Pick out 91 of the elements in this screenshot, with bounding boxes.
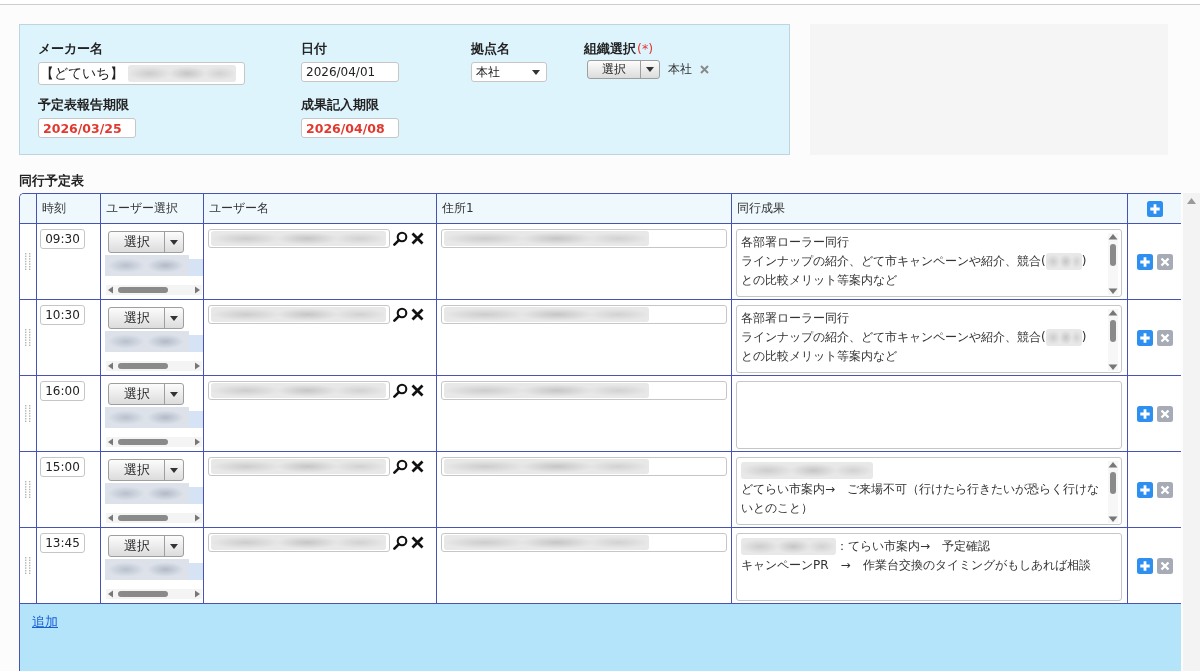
column-header: ユーザー選択 <box>101 194 204 224</box>
time-field[interactable]: 15:00 <box>40 457 85 477</box>
field-label: 拠点名 <box>471 41 510 57</box>
scrollbar[interactable] <box>106 589 202 599</box>
plus-icon[interactable] <box>1136 329 1153 346</box>
plus-icon[interactable] <box>1136 405 1153 422</box>
field-label: 組織選択 <box>584 41 636 57</box>
drag-handle-icon[interactable] <box>25 481 31 498</box>
delete-icon[interactable] <box>1156 481 1173 498</box>
close-icon[interactable] <box>411 308 424 321</box>
caret-icon <box>170 315 178 321</box>
select-field[interactable]: 本社 <box>471 62 547 82</box>
result-textarea[interactable]: ：てらい市案内→ 予定確認 キャンペーンPR → 作業台交換のタイミングがもしあれば相談 <box>736 533 1122 601</box>
text-field[interactable] <box>441 229 727 248</box>
plus-icon[interactable] <box>1136 481 1153 498</box>
field-label: 日付 <box>301 41 327 57</box>
result-textarea[interactable]: 各部署ローラー同行 ラインナップの紹介、どて市キャンペーンや紹介、競合( ) との比較メリット等案内など <box>736 305 1122 373</box>
time-field[interactable]: 09:30 <box>40 229 85 249</box>
scrollbar[interactable] <box>106 285 202 295</box>
select-button[interactable]: 選択 <box>108 383 184 405</box>
text-field[interactable] <box>441 457 727 476</box>
search-icon[interactable] <box>393 535 408 550</box>
close-icon[interactable] <box>411 384 424 397</box>
caret-icon <box>646 67 654 72</box>
scrollbar[interactable] <box>1108 461 1118 523</box>
required-mark: (*) <box>637 41 653 57</box>
text-field[interactable] <box>208 457 390 476</box>
scrollbar[interactable] <box>106 361 202 371</box>
select-button[interactable]: 選択 <box>108 307 184 329</box>
select-button[interactable]: 選択 <box>108 459 184 481</box>
delete-icon[interactable] <box>1156 557 1173 574</box>
text-field[interactable] <box>441 381 727 400</box>
column-header: 住所1 <box>437 194 732 224</box>
date-field[interactable]: 2026/04/01 <box>301 62 399 82</box>
close-icon[interactable] <box>411 536 424 549</box>
close-icon[interactable] <box>411 232 424 245</box>
text-field[interactable] <box>208 381 390 400</box>
text-field[interactable] <box>208 229 390 248</box>
time-field[interactable]: 16:00 <box>40 381 85 401</box>
search-icon[interactable] <box>393 231 408 246</box>
result-textarea[interactable]: どてらい市案内→ ご来場不可（行けたら行きたいが恐らく行けないとのこと） <box>736 457 1122 525</box>
column-header: 時刻 <box>37 194 101 224</box>
scroll-up-arrow-icon[interactable] <box>1187 198 1196 204</box>
search-icon[interactable] <box>393 459 408 474</box>
delete-icon[interactable] <box>1156 253 1173 270</box>
section-title: 同行予定表 <box>19 173 84 189</box>
time-field[interactable]: 10:30 <box>40 305 85 325</box>
select-button[interactable]: 選択 <box>587 60 660 79</box>
delete-icon[interactable] <box>1156 329 1173 346</box>
select-button[interactable]: 選択 <box>108 231 184 253</box>
drag-handle-icon[interactable] <box>25 253 31 270</box>
caret-icon <box>170 391 178 397</box>
time-field[interactable]: 13:45 <box>40 533 85 553</box>
scrollbar[interactable] <box>1183 193 1200 671</box>
text-field[interactable] <box>441 533 727 552</box>
column-header: 同行成果 <box>732 194 1128 224</box>
drag-handle-icon[interactable] <box>25 329 31 346</box>
text-field[interactable] <box>208 533 390 552</box>
text-field[interactable]: 【どていち】 <box>38 62 245 85</box>
add-link[interactable]: 追加 <box>32 614 58 629</box>
scrollbar[interactable] <box>1108 309 1118 371</box>
caret-icon <box>170 467 178 473</box>
date-field[interactable]: 2026/03/25 <box>38 118 136 138</box>
text-field[interactable] <box>441 305 727 324</box>
scrollbar[interactable] <box>106 437 202 447</box>
caret-icon <box>170 543 178 549</box>
date-field[interactable]: 2026/04/08 <box>301 118 399 138</box>
field-label: 予定表報告期限 <box>38 97 129 113</box>
drag-handle-icon[interactable] <box>25 405 31 422</box>
field-label: メーカー名 <box>38 41 103 57</box>
select-button[interactable]: 選択 <box>108 535 184 557</box>
search-icon[interactable] <box>393 383 408 398</box>
close-icon[interactable] <box>411 460 424 473</box>
drag-handle-icon[interactable] <box>25 557 31 574</box>
plus-icon[interactable] <box>1136 557 1153 574</box>
plus-icon[interactable] <box>1146 200 1163 217</box>
blurred-text <box>1045 329 1082 346</box>
scrollbar[interactable] <box>1108 233 1118 295</box>
result-textarea[interactable]: 各部署ローラー同行 ラインナップの紹介、どて市キャンペーンや紹介、競合( ) との比較メリット等案内など <box>736 229 1122 297</box>
field-label: 成果記入期限 <box>301 97 379 113</box>
result-textarea[interactable] <box>736 381 1122 449</box>
selected-value: 本社 <box>668 61 692 78</box>
scrollbar[interactable] <box>106 513 202 523</box>
caret-icon <box>532 69 540 75</box>
blurred-text <box>1045 253 1082 270</box>
caret-icon <box>170 239 178 245</box>
text-field[interactable] <box>208 305 390 324</box>
plus-icon[interactable] <box>1136 253 1153 270</box>
delete-icon[interactable] <box>1156 405 1173 422</box>
search-icon[interactable] <box>393 307 408 322</box>
column-header: ユーザー名 <box>204 194 437 224</box>
